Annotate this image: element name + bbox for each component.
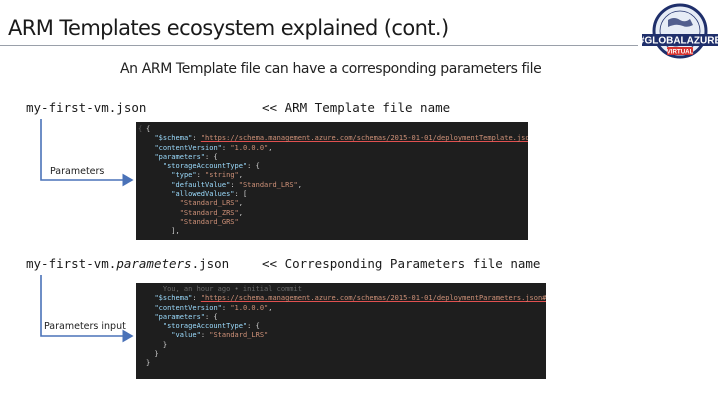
code-token: "Standard_LRS" bbox=[209, 331, 269, 340]
code-token: : bbox=[192, 294, 201, 303]
parameters-filename: my-first-vm.parameters.json bbox=[26, 256, 229, 271]
code-line: "allowedValues": [ bbox=[146, 190, 528, 199]
code-token: : bbox=[200, 331, 210, 340]
template-caption: << ARM Template file name bbox=[262, 100, 451, 115]
code-token: "https://schema.management.azure.com/sch… bbox=[200, 294, 546, 303]
code-token: , bbox=[238, 208, 243, 217]
code-token: : { bbox=[247, 322, 260, 331]
code-token: , bbox=[238, 199, 243, 208]
parameters-code-lines: You, an hour ago • initial commit "$sche… bbox=[146, 285, 546, 369]
code-token: "type" bbox=[171, 171, 197, 180]
code-token: "contentVersion" bbox=[154, 143, 222, 152]
code-token: ], bbox=[146, 227, 180, 236]
code-line: "$schema": "https://schema.management.az… bbox=[146, 294, 546, 303]
code-line: "parameters": { bbox=[146, 153, 528, 162]
code-line: } bbox=[146, 359, 546, 368]
code-token: "defaultValue" bbox=[171, 180, 231, 189]
code-token: "storageAccountType" bbox=[162, 162, 248, 171]
code-token: , bbox=[238, 171, 243, 180]
code-token: "storageAccountType" bbox=[162, 322, 248, 331]
code-token: , bbox=[297, 180, 302, 189]
code-line: "value": "Standard_LRS" bbox=[146, 331, 546, 340]
template-code-lines: { "$schema": "https://schema.management.… bbox=[146, 125, 528, 237]
logo-sub-text: VIRTUAL bbox=[667, 49, 694, 56]
logo-main-text: #GLOBALAZURE bbox=[640, 36, 720, 47]
code-token: "string" bbox=[205, 171, 239, 180]
code-token: { bbox=[146, 125, 151, 133]
code-token: : bbox=[196, 171, 206, 180]
code-line: You, an hour ago • initial commit bbox=[146, 285, 546, 294]
template-code-editor: { { "$schema": "https://schema.managemen… bbox=[136, 122, 528, 240]
code-token: "contentVersion" bbox=[154, 303, 222, 312]
code-token: : { bbox=[247, 162, 260, 171]
code-token: : bbox=[192, 134, 201, 143]
code-line: ], bbox=[146, 227, 528, 236]
code-line: "storageAccountType": { bbox=[146, 322, 546, 331]
code-token: "1.0.0.0" bbox=[230, 143, 269, 152]
template-filename: my-first-vm.json bbox=[26, 100, 147, 115]
code-token: } bbox=[146, 350, 159, 359]
code-line: "Standard_ZRS", bbox=[146, 209, 528, 218]
editor-gutter: { bbox=[138, 125, 143, 133]
global-azure-logo: #GLOBALAZURE VIRTUAL bbox=[640, 3, 720, 59]
slide-title: ARM Templates ecosystem explained (cont.… bbox=[8, 16, 449, 40]
code-line: "parameters": { bbox=[146, 313, 546, 322]
code-line: "contentVersion": "1.0.0.0", bbox=[146, 304, 546, 313]
code-token: You, an hour ago • initial commit bbox=[146, 285, 302, 293]
code-line: } bbox=[146, 350, 546, 359]
parameters-filename-italic: parameters bbox=[116, 256, 192, 271]
code-line: "type": "string", bbox=[146, 171, 528, 180]
parameters-caption: << Corresponding Parameters file name bbox=[262, 256, 541, 271]
code-line: "Standard_LRS", bbox=[146, 199, 528, 208]
code-token: "value" bbox=[171, 331, 201, 340]
code-token: , bbox=[268, 143, 273, 152]
parameters-label: Parameters bbox=[50, 166, 105, 177]
code-token: "allowedValues" bbox=[171, 190, 235, 199]
code-token: , bbox=[268, 303, 273, 312]
code-token: : { bbox=[205, 312, 218, 321]
parameters-code-editor: You, an hour ago • initial commit "$sche… bbox=[136, 283, 546, 379]
code-token: "$schema" bbox=[154, 134, 193, 143]
code-line: } bbox=[146, 341, 546, 350]
code-token: "parameters" bbox=[154, 312, 206, 321]
code-token: : [ bbox=[234, 190, 248, 199]
code-token: : bbox=[230, 180, 239, 189]
code-token: } bbox=[146, 340, 168, 349]
parameters-filename-suffix: .json bbox=[191, 256, 230, 271]
code-token: "1.0.0.0" bbox=[230, 303, 269, 312]
code-token: "$schema" bbox=[154, 294, 193, 303]
parameters-filename-prefix: my-first-vm. bbox=[26, 256, 117, 271]
code-line: "contentVersion": "1.0.0.0", bbox=[146, 144, 528, 153]
code-line: "storageAccountType": { bbox=[146, 162, 528, 171]
code-line: "$schema": "https://schema.management.az… bbox=[146, 134, 528, 143]
slide-subtitle: An ARM Template file can have a correspo… bbox=[120, 61, 542, 77]
parameters-input-label: Parameters input bbox=[44, 321, 126, 332]
code-token: "Standard_GRS" bbox=[179, 217, 239, 226]
code-token: : { bbox=[205, 152, 218, 161]
code-line: "defaultValue": "Standard_LRS", bbox=[146, 181, 528, 190]
code-line: { bbox=[146, 125, 528, 134]
code-token: "https://schema.management.azure.com/sch… bbox=[200, 134, 528, 143]
code-line: "Standard_GRS" bbox=[146, 218, 528, 227]
code-token: "parameters" bbox=[154, 152, 206, 161]
code-token: "Standard_LRS" bbox=[179, 199, 239, 208]
code-token: "Standard_LRS" bbox=[238, 180, 298, 189]
code-token: } bbox=[146, 359, 151, 368]
title-divider bbox=[0, 45, 638, 46]
code-token: "Standard_ZRS" bbox=[179, 208, 239, 217]
